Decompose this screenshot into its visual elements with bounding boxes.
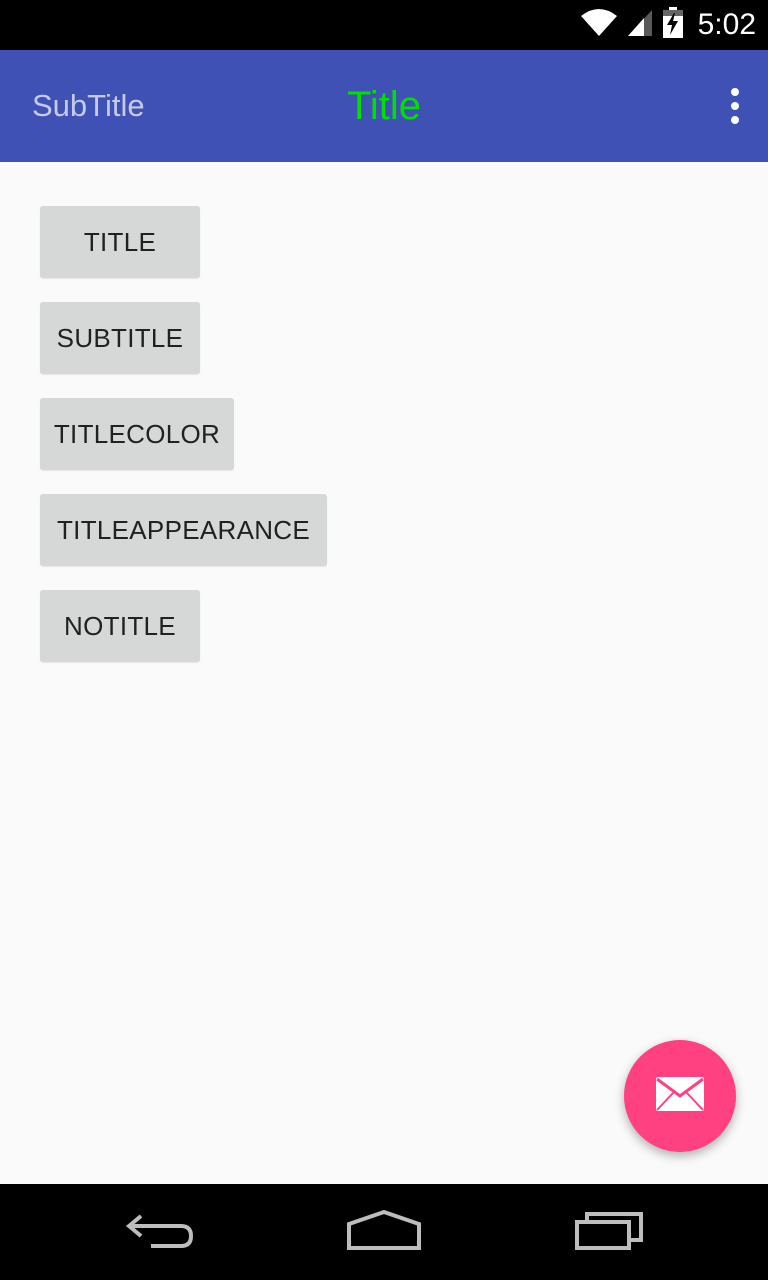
titlecolor-button[interactable]: TITLECOLOR (40, 398, 234, 470)
status-icons: 5:02 (580, 0, 756, 50)
battery-charging-icon (662, 6, 684, 44)
status-bar: 5:02 (0, 0, 768, 50)
mail-fab-button[interactable] (624, 1040, 736, 1152)
subtitle-button[interactable]: SUBTITLE (40, 302, 200, 374)
back-icon (125, 1210, 195, 1255)
mail-icon (655, 1076, 705, 1117)
title-button[interactable]: TITLE (40, 206, 200, 278)
menu-dot (731, 116, 739, 124)
wifi-icon (580, 8, 618, 43)
home-button[interactable] (324, 1184, 444, 1280)
navigation-bar (0, 1184, 768, 1280)
recents-button[interactable] (550, 1184, 670, 1280)
back-button[interactable] (100, 1184, 220, 1280)
menu-dot (731, 102, 739, 110)
signal-icon (626, 8, 654, 43)
notitle-button[interactable]: NOTITLE (40, 590, 200, 662)
titleappearance-button[interactable]: TITLEAPPEARANCE (40, 494, 327, 566)
toolbar-subtitle: SubTitle (32, 88, 145, 123)
status-time: 5:02 (697, 8, 756, 41)
home-icon (347, 1209, 421, 1255)
toolbar: Title SubTitle (0, 50, 768, 162)
recents-icon (575, 1210, 645, 1255)
more-vert-icon[interactable] (728, 88, 742, 124)
app-screen: 5:02 Title SubTitle TITLE SUBTITLE TITLE… (0, 0, 768, 1280)
content-area: TITLE SUBTITLE TITLECOLOR TITLEAPPEARANC… (0, 162, 768, 1184)
menu-dot (731, 88, 739, 96)
